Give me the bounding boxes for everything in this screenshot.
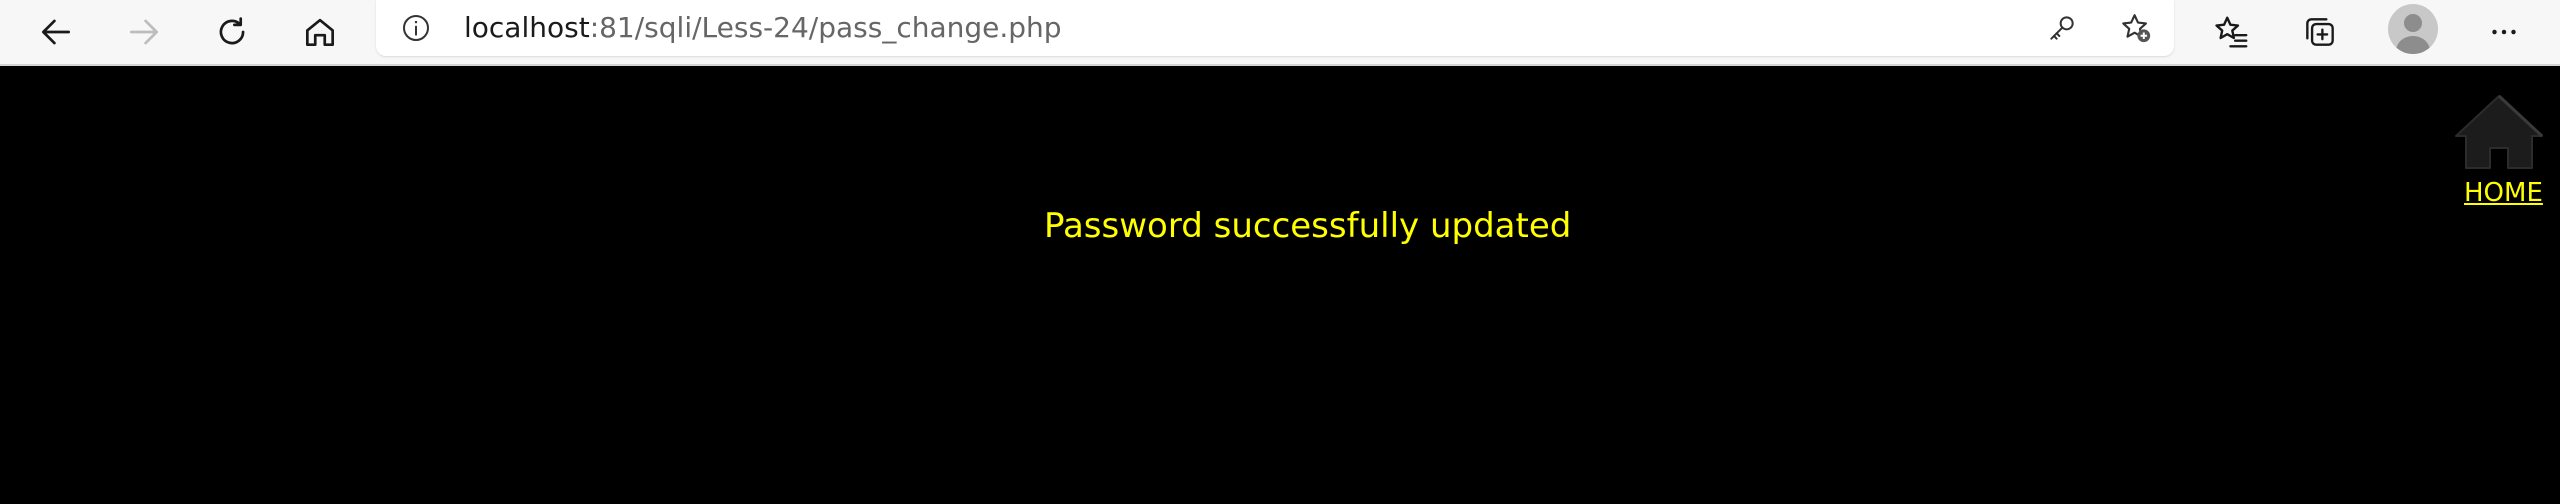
collections-button[interactable]	[2292, 4, 2348, 60]
key-icon[interactable]	[2042, 8, 2082, 48]
house-icon	[2455, 94, 2544, 169]
url-host: localhost	[464, 11, 590, 44]
home-icon	[305, 18, 335, 47]
collections-icon	[2306, 18, 2334, 46]
info-icon[interactable]	[398, 10, 434, 46]
profile-avatar-icon[interactable]	[2388, 4, 2438, 54]
favorites-icon	[2215, 16, 2248, 48]
more-icon	[2492, 29, 2516, 35]
url-path: :81/sqli/Less-24/pass_change.php	[589, 11, 1062, 44]
back-button[interactable]	[28, 4, 84, 60]
reload-button[interactable]	[204, 4, 260, 60]
favorites-button[interactable]	[2204, 4, 2260, 60]
avatar-head	[2404, 14, 2422, 32]
back-arrow-icon	[41, 19, 71, 45]
address-bar[interactable]: localhost:81/sqli/Less-24/pass_change.ph…	[376, 0, 2174, 56]
page-content: Password successfully updated HOME	[0, 66, 2560, 504]
star-add-icon[interactable]	[2116, 8, 2156, 48]
home-button[interactable]	[292, 4, 348, 60]
url-text[interactable]: localhost:81/sqli/Less-24/pass_change.ph…	[464, 12, 1062, 44]
status-message: Password successfully updated	[1044, 206, 1572, 246]
forward-arrow-icon	[129, 19, 159, 45]
more-button[interactable]	[2476, 4, 2532, 60]
reload-icon	[219, 17, 245, 45]
forward-button[interactable]	[116, 4, 172, 60]
home-link-label: HOME	[2464, 178, 2543, 208]
home-link[interactable]: HOME	[2452, 92, 2552, 212]
browser-toolbar: localhost:81/sqli/Less-24/pass_change.ph…	[0, 0, 2560, 66]
avatar-body	[2396, 36, 2430, 54]
